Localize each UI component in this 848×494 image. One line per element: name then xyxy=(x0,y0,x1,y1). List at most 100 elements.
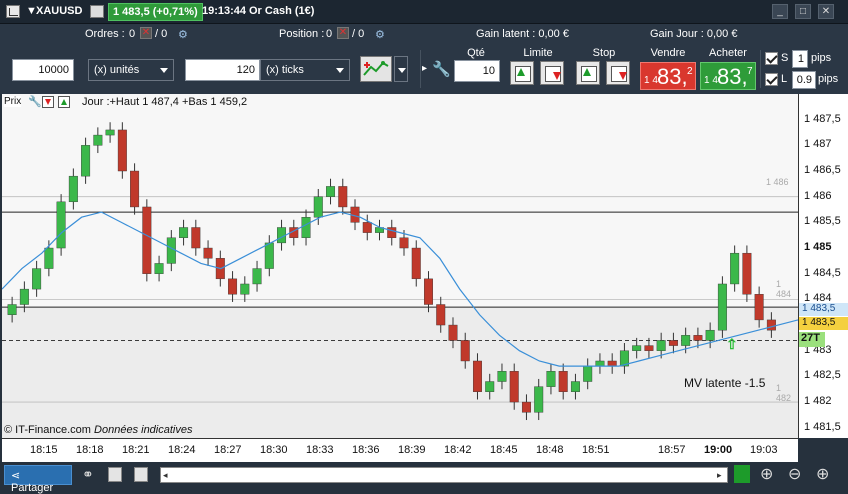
stop-buy-button[interactable] xyxy=(576,61,600,85)
cancel-orders-icon[interactable]: ✕ xyxy=(140,27,152,39)
candle-body xyxy=(472,360,482,392)
list-icon[interactable] xyxy=(134,467,148,482)
candle-body xyxy=(448,324,458,341)
time-tick-label: 18:21 xyxy=(122,444,150,456)
l-input[interactable]: 0.9 xyxy=(792,71,816,89)
level-label-1482: 1 482 xyxy=(776,383,792,403)
scroll-left-icon[interactable]: ◂ xyxy=(163,470,168,481)
candle-body xyxy=(191,227,201,249)
candle-body xyxy=(117,129,127,172)
price-tick-label: 1 482,5 xyxy=(804,369,841,382)
sell-marker-icon[interactable] xyxy=(42,96,54,108)
share-button[interactable]: ⋖ Partager xyxy=(4,465,72,494)
stop-sell-button[interactable] xyxy=(606,61,630,85)
ticks-input[interactable]: 120 xyxy=(185,59,260,81)
s-input[interactable]: 1 xyxy=(792,50,808,68)
candlestick-icon[interactable] xyxy=(734,465,750,483)
candle-body xyxy=(436,304,446,326)
price-axis[interactable]: 1 487,5 1 487 1 486,5 1 486 1 485,5 1 485 1 48… xyxy=(798,94,848,438)
time-tick-label: 18:39 xyxy=(398,444,426,456)
time-tick-label: 18:18 xyxy=(76,444,104,456)
candle-body xyxy=(570,381,580,392)
divider xyxy=(760,50,761,88)
candle-body xyxy=(252,268,262,285)
wrench-icon[interactable]: 🔧 xyxy=(28,95,42,108)
zoom-out-icon[interactable]: ⊖ xyxy=(788,464,801,484)
chart-area[interactable]: Prix 🔧 Jour :+Haut 1 487,4 +Bas 1 459,2 … xyxy=(2,94,798,438)
ticks-label: (x) ticks xyxy=(266,64,304,76)
buy-button[interactable]: 1 4 83, 7 xyxy=(700,62,756,90)
l-checkbox[interactable] xyxy=(765,73,778,86)
limit-buy-button[interactable] xyxy=(510,61,534,85)
scroll-right-icon[interactable]: ▸ xyxy=(717,470,722,481)
qte-input[interactable]: 10 xyxy=(454,60,500,82)
pips-label: pips xyxy=(818,73,839,85)
orders-value: 0 xyxy=(129,28,136,40)
close-position-icon[interactable]: ✕ xyxy=(337,27,349,39)
maximize-button[interactable]: □ xyxy=(795,4,811,19)
price-tick-label: 1 487,5 xyxy=(804,112,841,125)
candle-body xyxy=(7,304,17,315)
candle-body xyxy=(485,381,495,392)
link-icon[interactable]: ⚭ xyxy=(82,466,94,483)
time-tick-label: 18:45 xyxy=(490,444,518,456)
units-select[interactable]: (x) unités xyxy=(88,59,174,81)
chart-svg[interactable] xyxy=(2,94,798,438)
buy-price-main: 83, xyxy=(717,64,748,89)
pips-label: pips xyxy=(811,52,832,64)
price-tag-blue: 1 483,5 xyxy=(799,303,848,316)
minimize-button[interactable]: _ xyxy=(772,4,788,19)
time-tick-label: 19:03 xyxy=(750,444,778,456)
candle-body xyxy=(56,201,66,249)
candle-body xyxy=(130,170,140,208)
candle-body xyxy=(203,247,213,259)
gear-icon[interactable]: ⚙ xyxy=(375,28,385,41)
wrench-icon[interactable]: 🔧 xyxy=(432,60,451,78)
gain-jour: Gain Jour : 0,00 € xyxy=(650,28,738,40)
time-tick-label: 18:24 xyxy=(168,444,196,456)
time-tick-label: 19:00 xyxy=(704,444,733,456)
gear-icon[interactable]: ⚙ xyxy=(178,28,188,41)
candle-body xyxy=(301,217,311,238)
template-dropdown[interactable] xyxy=(394,56,408,82)
settings-icon[interactable] xyxy=(90,5,104,18)
prix-label[interactable]: Prix xyxy=(4,96,22,107)
candle-body xyxy=(681,335,691,346)
candle-body xyxy=(362,222,372,233)
candle-body xyxy=(534,386,544,413)
l-label: L xyxy=(781,73,788,85)
price-tick-label: 1 486 xyxy=(804,189,832,202)
zoom-fit-icon[interactable]: ⊕ xyxy=(760,464,773,484)
arrow-up-icon: ⇧ xyxy=(726,336,738,352)
table-icon[interactable] xyxy=(108,467,122,482)
candle-body xyxy=(387,227,397,238)
candle-body xyxy=(497,371,507,382)
time-tick-label: 18:27 xyxy=(214,444,242,456)
candle-body xyxy=(411,247,421,280)
close-button[interactable]: ✕ xyxy=(818,4,834,19)
buy-marker-icon[interactable] xyxy=(58,96,70,108)
sell-button[interactable]: 1 4 83, 2 xyxy=(640,62,696,90)
s-label: S xyxy=(781,52,789,64)
candle-body xyxy=(399,237,409,249)
ticks-select[interactable]: (x) ticks xyxy=(260,59,350,81)
quantity-input[interactable]: 10000 xyxy=(12,59,74,81)
s-checkbox[interactable] xyxy=(765,52,778,65)
zoom-in-icon[interactable]: ⊕ xyxy=(816,464,829,484)
instrument-name[interactable]: XAUUSD xyxy=(36,5,82,17)
clock: 19:13:44 xyxy=(202,5,247,17)
candle-body xyxy=(44,247,54,269)
chart-legend: Jour :+Haut 1 487,4 +Bas 1 459,2 xyxy=(82,96,248,108)
horizontal-scrollbar[interactable]: ◂ ▸ xyxy=(160,467,728,483)
candle-body xyxy=(460,340,470,362)
candle-body xyxy=(264,242,274,269)
arrow-right-icon[interactable]: ▸ xyxy=(422,56,428,82)
units-label: (x) unités xyxy=(94,64,140,76)
order-template-icon[interactable] xyxy=(360,56,392,82)
price-tick-label: 1 486,5 xyxy=(804,164,841,176)
watermark: © IT-Finance.com Données indicatives xyxy=(4,424,192,436)
mv-latente: MV latente -1.5 xyxy=(684,376,766,390)
chart-icon[interactable] xyxy=(6,5,20,18)
time-axis[interactable]: 18:15 18:18 18:21 18:24 18:27 18:30 18:33 18:36… xyxy=(2,438,798,462)
limit-sell-button[interactable] xyxy=(540,61,564,85)
